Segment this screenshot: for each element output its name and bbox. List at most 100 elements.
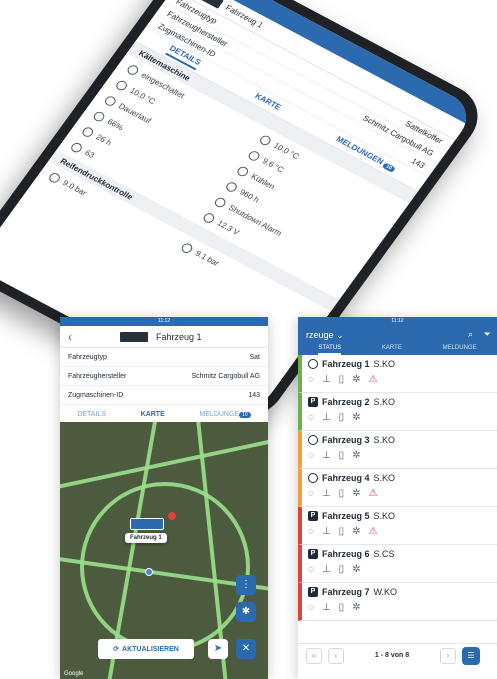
vehicle-icons: ◌ ⊥ ▯ ✲ (308, 450, 491, 461)
vehicle-row[interactable]: Fahrzeug 1 S.KO ◌ ⊥ ▯ ✲ ⚠ (298, 355, 497, 393)
vehicle-name-line: Fahrzeug 3 S.KO (308, 435, 491, 445)
parked-icon: P (308, 587, 318, 597)
vehicle-row[interactable]: P Fahrzeug 7 W.KO ◌ ⊥ ▯ ✲ (298, 583, 497, 621)
status-bar: 11:12 (60, 317, 268, 326)
tire-icon: ◌ (308, 564, 314, 575)
vehicle-name-line: P Fahrzeug 6 S.CS (308, 549, 491, 559)
layers-button[interactable]: ✱ (236, 602, 256, 622)
vehicle-icons: ◌ ⊥ ▯ ✲ (308, 564, 491, 575)
status-time: 11:12 (391, 318, 404, 324)
snowflake-icon: ✲ (352, 374, 361, 385)
vehicle-row[interactable]: P Fahrzeug 6 S.CS ◌ ⊥ ▯ ✲ (298, 545, 497, 583)
vehicle-name-line: P Fahrzeug 2 S.KO (308, 397, 491, 407)
status-value: 12.3 V (215, 218, 242, 237)
tire-icon: ◌ (308, 412, 314, 423)
tab-meldungen[interactable]: MELDUNGE 10 (199, 411, 251, 418)
detail-value: 143 (248, 391, 260, 399)
vehicle-row[interactable]: P Fahrzeug 5 S.KO ◌ ⊥ ▯ ✲ ⚠ (298, 507, 497, 545)
vehicle-row[interactable]: Fahrzeug 4 S.KO ◌ ⊥ ▯ ✲ ⚠ (298, 469, 497, 507)
right-tabs: STATUS KARTE MELDUNGE (298, 345, 497, 355)
tab-badge: 10 (239, 412, 251, 418)
tab-details[interactable]: DETAILS (77, 411, 106, 418)
vehicles-title-text: rzeuge (306, 330, 334, 340)
map-view[interactable]: Fahrzeug 1 ⋮ ✱ ⟳ AKTUALISIEREN ➤ ✕ Google (60, 422, 268, 679)
vehicle-name: Fahrzeug 2 (322, 397, 370, 407)
first-page-button[interactable]: « (306, 647, 322, 664)
vehicle-code: S.KO (373, 473, 396, 483)
left-screen: 11:12 ‹ Fahrzeug 1 Fahrzeugtyp Sat Fahrzeu… (60, 317, 268, 679)
left-title-bar: ‹ Fahrzeug 1 (60, 326, 268, 348)
thermometer-icon: ⊥ (321, 450, 331, 461)
tab-meldungen[interactable]: MELDUNGE (443, 345, 477, 355)
door-icon: ▯ (338, 374, 345, 385)
door-icon: ▯ (338, 602, 345, 613)
vehicle-name-line: Fahrzeug 1 S.KO (308, 359, 491, 369)
list-view-button[interactable]: ☰ (462, 646, 480, 665)
map-vehicle-label[interactable]: Fahrzeug 1 (125, 533, 167, 543)
status-value: 63 (82, 148, 97, 160)
parked-icon: P (308, 511, 318, 521)
vehicle-row[interactable]: Fahrzeug 3 S.KO ◌ ⊥ ▯ ✲ (298, 431, 497, 469)
door-icon: ▯ (338, 488, 345, 499)
close-map-button[interactable]: ✕ (236, 639, 256, 659)
thermometer-icon: ⊥ (321, 374, 331, 385)
vehicle-code: S.KO (373, 435, 396, 445)
navigation-icon (308, 359, 318, 369)
parked-icon: P (308, 397, 318, 407)
tire-icon (47, 170, 63, 184)
vehicle-name: Fahrzeug 4 (322, 473, 370, 483)
door-icon: ▯ (338, 526, 345, 537)
vehicle-code: W.KO (373, 587, 398, 597)
tab-status[interactable]: STATUS (318, 345, 342, 355)
vehicle-icons: ◌ ⊥ ▯ ✲ (308, 602, 491, 613)
vehicle-code: S.KO (373, 397, 396, 407)
traffic-button[interactable]: ⋮ (236, 575, 256, 595)
vehicle-row[interactable]: P Fahrzeug 2 S.KO ◌ ⊥ ▯ ✲ (298, 393, 497, 431)
thermometer-icon: ⊥ (321, 602, 331, 613)
detail-label: Fahrzeugtyp (68, 353, 107, 361)
vehicle-name: Fahrzeug 3 (322, 435, 370, 445)
tire-icon: ◌ (308, 450, 314, 461)
thermometer-icon: ⊥ (321, 488, 331, 499)
vehicle-code: S.KO (373, 511, 396, 521)
locate-button[interactable]: ➤ (208, 639, 228, 659)
vehicle-code: S.CS (373, 549, 395, 559)
map-truck-marker[interactable] (130, 518, 164, 530)
back-icon[interactable]: ‹ (68, 330, 72, 344)
status-icon (69, 140, 85, 154)
right-screen: 11:12 rzeuge ⌄ ⌕ ⏷ STATUS KARTE MELDUNGE… (298, 317, 497, 679)
location-dot (145, 568, 153, 576)
tab-karte[interactable]: KARTE (141, 411, 165, 418)
search-icon[interactable]: ⌕ (468, 329, 473, 340)
vehicle-list: Fahrzeug 1 S.KO ◌ ⊥ ▯ ✲ ⚠ P Fahrzeug 2 S.KO ◌ ⊥ ▯ ✲… (298, 355, 497, 621)
filter-icon[interactable]: ⏷ (484, 329, 491, 340)
next-page-button[interactable]: › (440, 647, 456, 664)
prev-page-button[interactable]: ‹ (328, 647, 344, 664)
vehicle-icons: ◌ ⊥ ▯ ✲ ⚠ (308, 374, 491, 385)
refresh-button[interactable]: ⟳ AKTUALISIEREN (98, 639, 194, 659)
detail-value: 143 (409, 156, 427, 170)
page-indicator: 1 - 8 von 8 (374, 652, 410, 659)
vehicle-icons: ◌ ⊥ ▯ ✲ ⚠ (308, 488, 491, 499)
status-icon (103, 94, 119, 108)
alert-marker[interactable] (168, 512, 176, 520)
tire-icon: ◌ (308, 602, 314, 613)
vehicle-name-line: Fahrzeug 4 S.KO (308, 473, 491, 483)
tire-icon: ◌ (308, 374, 314, 385)
google-logo: Google (64, 671, 84, 677)
snowflake-icon: ✲ (352, 526, 361, 537)
tab-karte[interactable]: KARTE (382, 345, 402, 355)
vehicle-name: Fahrzeug 5 (322, 511, 370, 521)
status-icon (91, 109, 107, 123)
map-ring-road (80, 482, 250, 652)
door-icon: ▯ (338, 450, 345, 461)
detail-label: Zugmaschinen-ID (68, 391, 124, 399)
vehicle-name: Fahrzeug 6 (322, 549, 370, 559)
warning-icon: ⚠ (368, 526, 378, 537)
vehicle-name: Fahrzeug 7 (322, 587, 370, 597)
right-header: 11:12 rzeuge ⌄ ⌕ ⏷ STATUS KARTE MELDUNGE (298, 317, 497, 355)
navigation-icon (308, 473, 318, 483)
vehicles-title[interactable]: rzeuge ⌄ (306, 330, 344, 341)
status-value: 26 h (94, 132, 114, 148)
tire-icon: ◌ (308, 488, 314, 499)
